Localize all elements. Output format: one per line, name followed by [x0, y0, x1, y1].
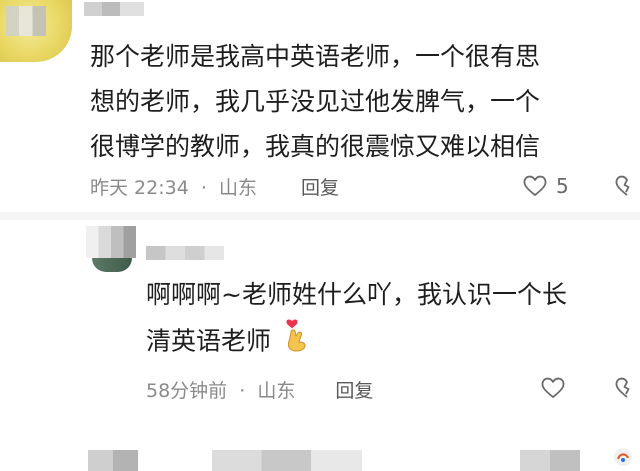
reply-button[interactable]: 回复 [301, 177, 339, 199]
comment-location: 山东 [218, 177, 257, 199]
reply-text: 啊啊啊~老师姓什么吖，我认识一个长 清英语老师 [146, 272, 640, 364]
comment-line: 很博学的教师，我真的很震惊又难以相信 [90, 132, 541, 161]
reply-location: 山东 [257, 380, 296, 402]
reply-time: 58分钟前 [146, 380, 228, 402]
comment-text: 那个老师是我高中英语老师，一个很有思 想的老师，我几乎没见过他发脾气，一个 很博… [90, 34, 640, 169]
blur-mosaic [520, 450, 580, 471]
reply-line: 清英语老师 [146, 326, 272, 356]
dislike-button[interactable] [614, 376, 640, 404]
like-button[interactable] [540, 376, 566, 400]
avatar-blur-mosaic [86, 226, 136, 258]
watermark-icon [614, 448, 632, 466]
dislike-button[interactable] [614, 174, 640, 202]
divider [0, 212, 640, 220]
commenter-name-blurred [84, 2, 144, 16]
comment-thread: 那个老师是我高中英语老师，一个很有思 想的老师，我几乎没见过他发脾气，一个 很博… [0, 0, 640, 471]
meta-separator: · [239, 380, 246, 402]
reply-button[interactable]: 回复 [335, 380, 373, 402]
name-blur-mosaic [212, 450, 362, 471]
commenter-avatar[interactable] [0, 0, 72, 62]
comment-line: 那个老师是我高中英语老师，一个很有思 [90, 42, 541, 71]
meta-separator: · [200, 177, 207, 199]
avatar-blur-mosaic [88, 450, 138, 471]
avatar-blur-mosaic [6, 6, 46, 36]
avatar-partial [92, 258, 132, 272]
broken-heart-icon [615, 175, 630, 196]
heart-outline-icon [541, 377, 565, 398]
comment-time: 昨天 22:34 [90, 177, 189, 199]
reply-meta: 58分钟前 · 山东 回复 [146, 376, 373, 403]
next-comment-preview [0, 444, 640, 471]
like-button[interactable]: 5 [522, 174, 569, 198]
comment-meta: 昨天 22:34 · 山东 回复 [90, 173, 339, 200]
broken-heart-icon [615, 377, 630, 398]
comment-line: 想的老师，我几乎没见过他发脾气，一个 [90, 87, 541, 116]
heart-outline-icon [523, 175, 547, 196]
reply-line: 啊啊啊~老师姓什么吖，我认识一个长 [146, 280, 567, 309]
replier-avatar[interactable] [86, 226, 136, 272]
reply-line-with-emoji: 清英语老师 [146, 318, 640, 364]
heart-hands-emoji [283, 318, 309, 367]
like-count: 5 [556, 174, 569, 198]
replier-name-blurred [146, 246, 224, 260]
